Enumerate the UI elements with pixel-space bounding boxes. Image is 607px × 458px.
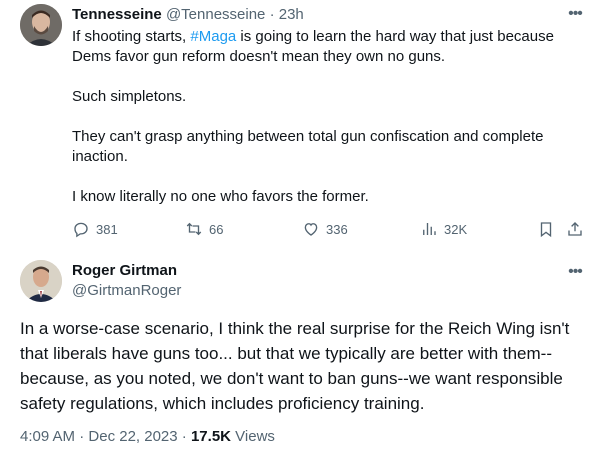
views-count: 32K: [444, 221, 468, 237]
separator: ·: [79, 428, 85, 445]
reply-count: 381: [96, 221, 118, 237]
repost-button[interactable]: 66: [185, 218, 223, 240]
views-count: 17.5K: [190, 428, 231, 445]
hashtag-link[interactable]: #Maga: [190, 28, 236, 45]
timestamp[interactable]: 4:09 AM: [20, 428, 75, 445]
avatar[interactable]: [20, 4, 62, 46]
tweet-text: If shooting starts, #Maga is going to le…: [72, 27, 582, 207]
views-label: Views: [235, 428, 275, 445]
author-handle[interactable]: @GirtmanRoger: [72, 282, 181, 300]
repost-icon: [186, 222, 202, 236]
like-count: 336: [326, 221, 348, 237]
text-fragment: If shooting starts,: [72, 28, 191, 45]
share-icon: [568, 222, 582, 236]
author-name[interactable]: Roger Girtman: [72, 262, 177, 280]
date[interactable]: Dec 22, 2023: [88, 428, 177, 445]
reply-button[interactable]: 381: [72, 218, 118, 240]
bookmark-button[interactable]: [537, 218, 555, 240]
separator: ·: [181, 428, 187, 445]
bookmark-icon: [540, 222, 552, 238]
tweet-text: In a worse-case scenario, I think the re…: [20, 319, 570, 413]
tweet-paragraph: Such simpletons.: [72, 88, 187, 105]
tweet-paragraph: If shooting starts, #Maga is going to le…: [72, 27, 582, 67]
separator: ·: [269, 6, 275, 23]
like-button[interactable]: 336: [302, 218, 348, 240]
bar-chart-icon: [423, 223, 436, 235]
more-horizontal-icon[interactable]: •••: [565, 262, 585, 282]
tweet-paragraph: They can't grasp anything between total …: [72, 128, 544, 165]
timestamp[interactable]: 23h: [279, 6, 304, 23]
tweet-paragraph: I know literally no one who favors the f…: [72, 188, 369, 205]
heart-icon: [304, 223, 318, 236]
author-name[interactable]: Tennesseine: [72, 6, 162, 23]
share-button[interactable]: [566, 218, 584, 240]
avatar[interactable]: [20, 260, 62, 302]
tweet-metadata: 4:09 AM · Dec 22, 2023 · 17.5K Views: [20, 428, 275, 446]
views-button[interactable]: 32K: [420, 218, 467, 240]
more-horizontal-icon[interactable]: •••: [565, 4, 585, 24]
reply-icon: [74, 222, 88, 238]
author-handle[interactable]: @Tennesseine: [166, 6, 265, 23]
repost-count: 66: [209, 221, 224, 237]
tweet-header: Tennesseine @Tennesseine · 23h: [72, 6, 304, 24]
action-bar: 381 66 336 32K: [72, 218, 592, 240]
